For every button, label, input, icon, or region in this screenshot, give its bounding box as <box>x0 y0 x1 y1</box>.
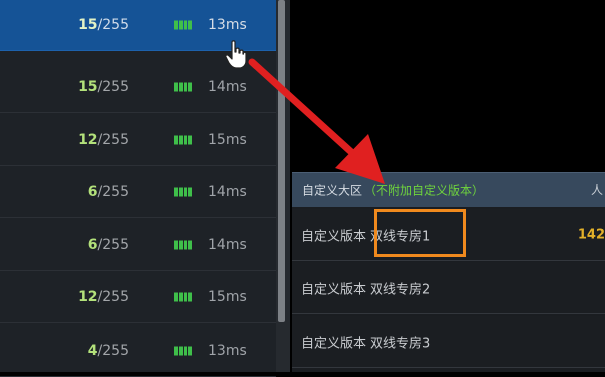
room-row[interactable]: 自定义版本 双线专房2 <box>292 262 605 314</box>
room-row[interactable]: 自定义版本 双线专房3 <box>292 316 605 368</box>
player-count: 15/255 <box>78 79 129 95</box>
room-count: 142 <box>577 227 605 242</box>
room-label: 自定义版本 双线专房3 <box>301 336 431 351</box>
region-note: （不附加自定义版本） <box>364 183 485 198</box>
region-title: 自定义大区 （不附加自定义版本） <box>302 183 485 198</box>
ping-label: 14ms <box>208 237 247 253</box>
ping-label: 15ms <box>208 289 247 305</box>
player-count: 15/255 <box>78 17 129 33</box>
highlight-box-annotation <box>374 209 466 257</box>
server-row[interactable]: 6/255 14ms <box>0 220 276 271</box>
ping-label: 15ms <box>208 132 247 148</box>
signal-bars-icon <box>174 187 192 197</box>
player-count: 6/255 <box>87 237 129 253</box>
ping-label: 13ms <box>208 343 247 359</box>
ping-label: 14ms <box>208 79 247 95</box>
region-header-edge-text: 人 <box>591 183 604 197</box>
signal-bars-icon <box>174 82 192 92</box>
scrollbar-thumb[interactable] <box>278 0 285 322</box>
signal-bars-icon <box>174 135 192 145</box>
server-row[interactable]: 12/255 15ms <box>0 115 276 166</box>
region-header[interactable]: 自定义大区 （不附加自定义版本） 人 <box>292 172 605 207</box>
room-name: 双线专房2 <box>370 282 431 297</box>
server-row[interactable]: 6/255 14ms <box>0 167 276 218</box>
ping-label: 14ms <box>208 184 247 200</box>
player-count: 12/255 <box>78 132 129 148</box>
ping-label: 13ms <box>208 17 247 33</box>
room-label: 自定义版本 双线专房2 <box>301 282 431 297</box>
signal-bars-icon <box>174 292 192 302</box>
hand-pointer-icon <box>225 40 247 69</box>
signal-bars-icon <box>174 346 192 356</box>
server-row[interactable]: 4/255 13ms <box>0 326 276 377</box>
signal-bars-icon <box>174 240 192 250</box>
player-count: 12/255 <box>78 289 129 305</box>
player-count: 6/255 <box>87 184 129 200</box>
server-row[interactable]: 12/255 15ms <box>0 272 276 323</box>
signal-bars-icon <box>174 20 192 30</box>
room-name: 双线专房3 <box>370 336 431 351</box>
player-count: 4/255 <box>87 343 129 359</box>
